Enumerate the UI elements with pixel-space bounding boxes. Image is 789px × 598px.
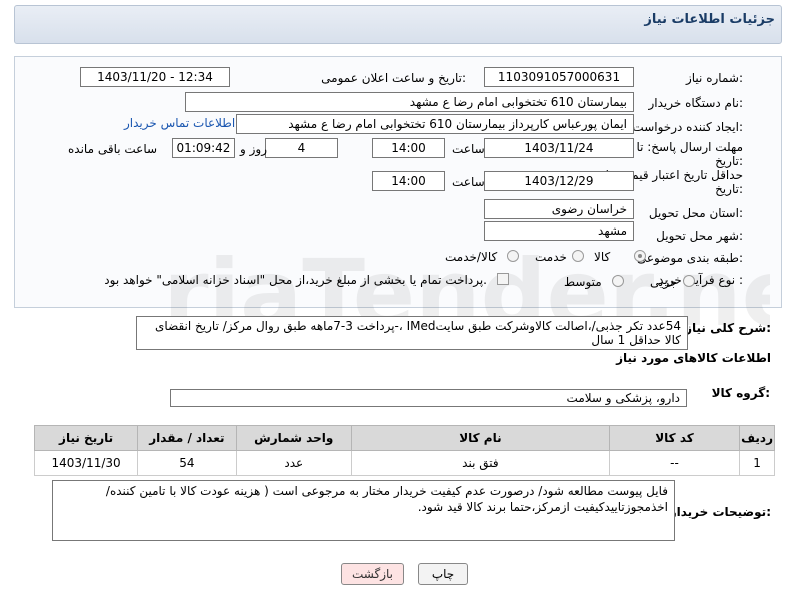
requester-label: ایجاد کننده درخواست:	[632, 120, 743, 134]
treasury-payment-note: پرداخت تمام یا بخشی از مبلغ خرید،از محل …	[104, 273, 487, 287]
buyer-org-label: نام دستگاه خریدار:	[648, 96, 744, 110]
province-label: استان محل تحویل:	[648, 206, 743, 220]
category-both-label: کالا/خدمت	[445, 250, 498, 264]
back-button[interactable]: بازگشت	[341, 563, 404, 585]
city-value: مشهد	[484, 221, 634, 241]
deadline-label: مهلت ارسال پاسخ: تا	[636, 140, 743, 154]
col-quantity: تعداد / مقدار	[137, 425, 237, 451]
process-partial-radio[interactable]	[683, 275, 695, 287]
deadline-time-label: ساعت	[452, 142, 485, 156]
announce-label: تاریخ و ساعت اعلان عمومی:	[321, 71, 466, 85]
validity-date: 1403/12/29	[484, 171, 634, 191]
cell-unit: عدد	[235, 450, 352, 476]
process-medium-label: متوسط	[564, 275, 602, 289]
buyer-notes-label: توضیحات خریدار:	[669, 505, 771, 519]
announce-value: 1403/11/20 - 12:34	[80, 67, 230, 87]
treasury-payment-checkbox[interactable]	[497, 273, 509, 285]
goods-info-title: اطلاعات کالاهای مورد نیاز	[616, 351, 771, 365]
cell-item-name: فتق بند	[350, 450, 610, 476]
buyer-notes-textarea: فایل پیوست مطالعه شود/ درصورت عدم کیفیت …	[52, 480, 675, 541]
requester-value: ایمان پورعباس کارپرداز بیمارستان 610 تخت…	[236, 114, 634, 134]
cell-need-date: 1403/11/30	[33, 450, 139, 476]
description-textarea: 54عدد تکر جذبی/،اصالت کالاوشرکت طبق سایت…	[136, 316, 688, 350]
process-partial-label: جزیی	[650, 275, 678, 289]
category-both-radio[interactable]	[507, 250, 519, 262]
deadline-time: 14:00	[372, 138, 445, 158]
goods-table: تاریخ نیاز تعداد / مقدار واحد شمارش نام …	[33, 425, 775, 476]
category-service-label: خدمت	[535, 250, 567, 264]
buyer-org-value: بیمارستان 610 تختخوابی امام رضا ع مشهد	[185, 92, 634, 112]
cell-item-code: --	[608, 450, 741, 476]
deadline-date: 1403/11/24	[484, 138, 634, 158]
category-service-radio[interactable]	[572, 250, 584, 262]
need-number-value: 1103091057000631	[484, 67, 634, 87]
col-unit: واحد شمارش	[235, 425, 352, 451]
days-label: روز و	[240, 142, 267, 156]
col-need-date: تاریخ نیاز	[33, 425, 139, 451]
city-label: شهر محل تحویل:	[656, 229, 743, 243]
cell-row-number: 1	[739, 450, 775, 476]
col-item-code: کد کالا	[608, 425, 741, 451]
page-title: جزئیات اطلاعات نیاز	[644, 12, 775, 27]
print-button[interactable]: چاپ	[418, 563, 468, 585]
validity-time: 14:00	[372, 171, 445, 191]
need-number-label: شماره نیاز:	[685, 71, 743, 85]
goods-group-value: دارو، پزشکی و سلامت	[170, 389, 687, 407]
validity-time-label: ساعت	[452, 175, 485, 189]
process-medium-radio[interactable]	[612, 275, 624, 287]
category-goods-radio[interactable]	[634, 250, 646, 262]
category-goods-label: کالا	[594, 250, 611, 264]
col-row-number: ردیف	[739, 425, 775, 451]
col-item-name: نام کالا	[350, 425, 610, 451]
goods-group-label: گروه کالا:	[711, 386, 770, 400]
category-label: طبقه بندی موضوعی:	[636, 251, 743, 265]
buyer-contact-link[interactable]: اطلاعات تماس خریدار	[124, 116, 235, 130]
days-remaining: 4	[265, 138, 338, 158]
cell-quantity: 54	[137, 450, 237, 476]
deadline-label-2: تاریخ:	[715, 154, 743, 168]
province-value: خراسان رضوی	[484, 199, 634, 219]
table-row: 1403/11/30 54 عدد فتق بند -- 1	[33, 450, 775, 476]
time-remaining: 01:09:42	[172, 138, 235, 158]
validity-label-2: تاریخ:	[715, 182, 743, 196]
description-label: شرح کلی نیاز:	[685, 321, 771, 335]
remaining-label: ساعت باقی مانده	[68, 142, 158, 156]
